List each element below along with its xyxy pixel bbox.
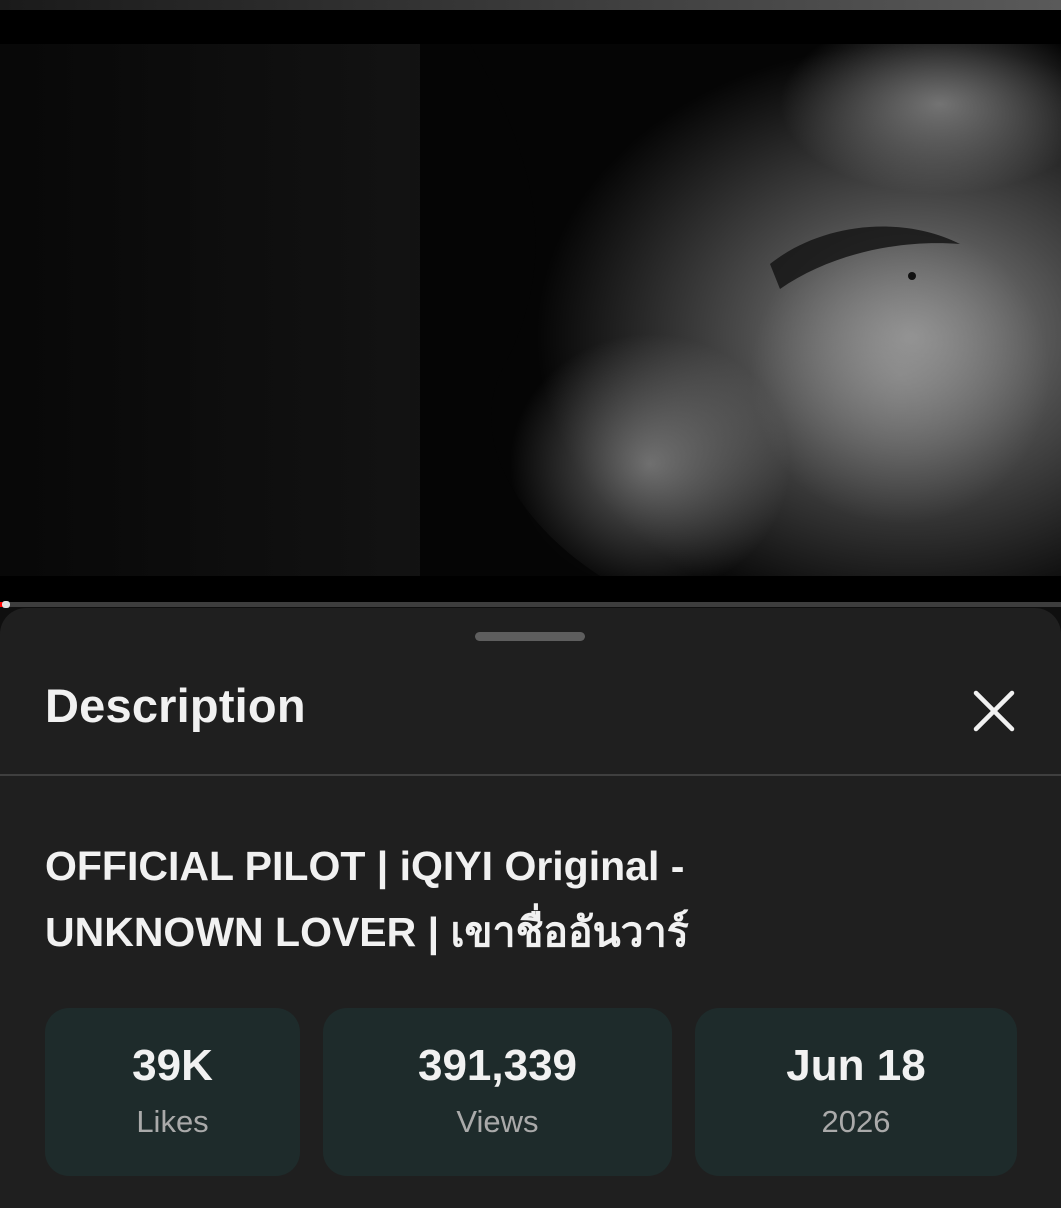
previous-frame-strip [0,0,1061,10]
views-label: Views [456,1104,539,1139]
close-icon [973,690,1015,732]
drag-handle[interactable] [475,632,585,641]
likes-stat: 39K Likes [45,1008,300,1176]
progress-bar[interactable] [0,601,1061,608]
views-stat: 391,339 Views [323,1008,672,1176]
video-title-line-2: UNKNOWN LOVER | เขาชื่ออันวาร์ [45,909,689,955]
description-sheet: Description OFFICIAL PILOT | iQIYI Origi… [0,608,1061,1208]
date-stat: Jun 18 2026 [695,1008,1017,1176]
sheet-title: Description [45,679,306,732]
likes-count: 39K [132,1041,213,1090]
publish-date: Jun 18 [786,1041,926,1090]
video-player[interactable] [0,44,1061,576]
video-title: OFFICIAL PILOT | iQIYI Original - UNKNOW… [45,833,1005,965]
likes-label: Likes [136,1104,209,1139]
progress-scrubber[interactable] [2,601,11,608]
views-count: 391,339 [417,1041,578,1090]
video-title-line-1: OFFICIAL PILOT | iQIYI Original - [45,843,685,889]
video-frame [0,44,1061,576]
publish-year: 2026 [821,1104,891,1139]
close-button[interactable] [966,683,1022,739]
divider [0,774,1061,776]
top-bar [0,0,1061,44]
